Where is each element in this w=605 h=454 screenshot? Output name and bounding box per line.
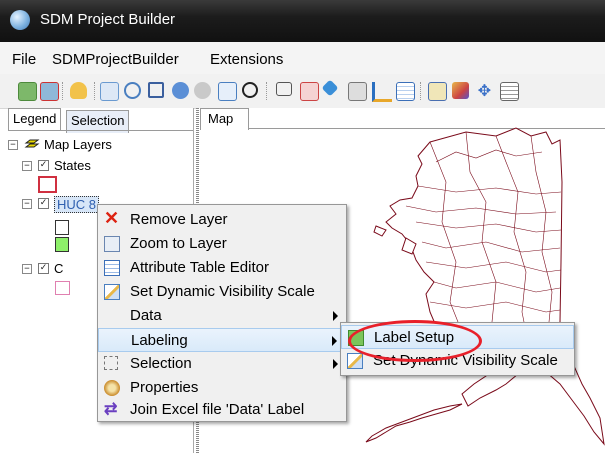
tab-map[interactable]: Map — [200, 108, 249, 130]
collapse-root-icon[interactable]: − — [8, 140, 18, 150]
attribute-icon[interactable] — [348, 82, 367, 101]
table-icon[interactable] — [396, 82, 415, 101]
forward-icon[interactable] — [194, 82, 211, 99]
menu-item-join-excel[interactable]: ⇄ Join Excel file 'Data' Label — [98, 398, 346, 422]
menu-item-attribute-table-editor[interactable]: Attribute Table Editor — [98, 256, 346, 280]
visibility-scale-icon — [347, 353, 363, 369]
menu-item-data[interactable]: Data — [98, 304, 346, 328]
zoom-layer-icon[interactable] — [218, 82, 237, 101]
menu-item-selection[interactable]: Selection — [98, 352, 346, 376]
edit-pencil-icon[interactable] — [452, 82, 469, 99]
submenu-arrow-icon — [333, 311, 338, 321]
deselect-icon[interactable] — [300, 82, 319, 101]
document-icon[interactable] — [500, 82, 519, 101]
join-arrows-icon: ⇄ — [104, 401, 118, 418]
remove-x-icon: ✕ — [104, 208, 120, 228]
layer3-checkbox[interactable]: ✓ — [38, 263, 49, 274]
states-symbol — [38, 176, 57, 193]
collapse-states-icon[interactable]: − — [22, 161, 32, 171]
menu-file[interactable]: File — [12, 51, 36, 68]
table-icon — [104, 260, 120, 276]
tree-states-label: States — [54, 158, 91, 173]
tree-huc-label[interactable]: HUC 8 — [54, 196, 100, 213]
zoom-extent-icon[interactable] — [148, 82, 164, 98]
menu-item-zoom-to-layer[interactable]: Zoom to Layer — [98, 232, 346, 256]
zoom-layer-icon — [104, 236, 120, 252]
zoom-out-icon[interactable] — [124, 82, 141, 99]
crosshair-icon[interactable] — [242, 82, 258, 98]
tree-root-label: Map Layers — [44, 137, 112, 152]
menu-sdmprojectbuilder[interactable]: SDMProjectBuilder — [52, 51, 179, 68]
pan-hand-icon[interactable] — [70, 82, 87, 99]
huc-symbol-white — [55, 220, 69, 235]
alaska-map[interactable] — [346, 122, 605, 453]
identify-icon[interactable] — [321, 79, 339, 97]
menu-item-properties[interactable]: Properties — [98, 376, 346, 400]
properties-icon — [104, 380, 120, 396]
shapefile-icon[interactable] — [428, 82, 447, 101]
tree-layer3-label: C — [54, 261, 64, 276]
context-menu: ✕ Remove Layer Zoom to Layer Attribute T… — [97, 204, 347, 422]
remove-layer-icon[interactable] — [40, 82, 59, 101]
title-bar: SDM Project Builder — [0, 0, 605, 42]
toolbar: ✥ — [0, 74, 605, 109]
huc-checkbox[interactable]: ✓ — [38, 198, 49, 209]
move-icon[interactable]: ✥ — [476, 82, 493, 99]
tab-map-label: Map — [208, 111, 234, 126]
menu-bar: File SDMProjectBuilder Extensions — [0, 42, 605, 74]
menu-extensions[interactable]: Extensions — [210, 51, 283, 68]
states-checkbox[interactable]: ✓ — [38, 160, 49, 171]
add-layer-icon[interactable] — [18, 82, 37, 101]
submenu-arrow-icon — [333, 359, 338, 369]
collapse-huc-icon[interactable]: − — [22, 199, 32, 209]
map-layers-icon — [24, 137, 40, 150]
layer3-symbol — [55, 281, 70, 295]
back-icon[interactable] — [172, 82, 189, 99]
annotation-circle — [348, 320, 482, 362]
menu-item-remove-layer[interactable]: ✕ Remove Layer — [98, 208, 346, 232]
select-icon[interactable] — [276, 82, 292, 96]
collapse-layer3-icon[interactable]: − — [22, 264, 32, 274]
app-globe-icon — [10, 10, 30, 30]
huc-symbol-green — [55, 237, 69, 252]
measure-icon[interactable] — [372, 82, 392, 102]
window-title: SDM Project Builder — [40, 11, 176, 28]
selection-arrow-icon — [104, 356, 118, 370]
zoom-in-icon[interactable] — [100, 82, 119, 101]
visibility-scale-icon — [104, 284, 120, 300]
submenu-arrow-icon — [332, 336, 337, 346]
menu-item-labeling[interactable]: Labeling — [98, 328, 346, 352]
tab-legend[interactable]: Legend — [8, 108, 62, 131]
menu-item-set-dynamic-visibility-scale[interactable]: Set Dynamic Visibility Scale — [98, 280, 346, 304]
